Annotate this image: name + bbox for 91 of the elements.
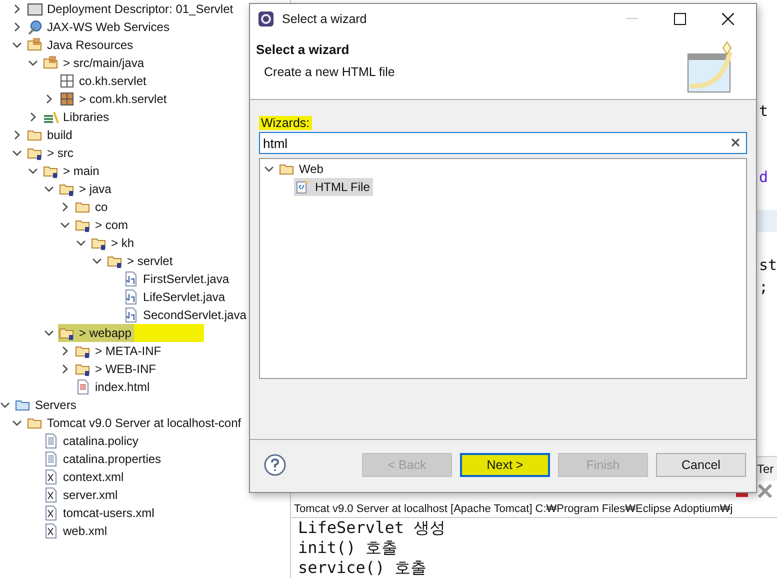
- help-icon[interactable]: [264, 454, 286, 476]
- descriptor-icon: [27, 1, 43, 17]
- java-file-icon: [123, 289, 139, 305]
- chevron-icon[interactable]: [44, 94, 54, 104]
- chevron-icon[interactable]: [12, 22, 22, 32]
- tree-item[interactable]: co.kh.servlet: [58, 72, 150, 90]
- chevron-icon[interactable]: [60, 220, 70, 230]
- xml-file-icon: [43, 487, 59, 503]
- clear-icon[interactable]: [731, 138, 740, 147]
- tree-item[interactable]: > main: [42, 162, 102, 180]
- tree-item[interactable]: > webapp: [58, 324, 134, 342]
- tree-item[interactable]: Tomcat v9.0 Server at localhost-conf: [26, 414, 244, 432]
- xml-file-icon: [43, 469, 59, 485]
- tree-item[interactable]: > kh: [90, 234, 138, 252]
- tree-item[interactable]: > META-INF: [74, 342, 164, 360]
- package-icon: [59, 73, 75, 89]
- page-description: Create a new HTML file: [263, 65, 395, 79]
- chevron-icon[interactable]: [76, 238, 86, 248]
- html-file-icon: [75, 379, 91, 395]
- filter-field[interactable]: html: [259, 132, 747, 154]
- chevron-icon[interactable]: [12, 130, 22, 140]
- console-title: Tomcat v9.0 Server at localhost [Apache Tomcat] C:₩Program Files₩Eclipse Adoptium₩j: [291, 501, 777, 518]
- java-file-icon: [123, 307, 139, 323]
- chevron-icon[interactable]: [264, 164, 274, 174]
- chevron-icon[interactable]: [12, 40, 22, 50]
- close-icon[interactable]: [722, 13, 734, 25]
- chevron-icon[interactable]: [12, 418, 22, 428]
- chevron-icon[interactable]: [28, 112, 38, 122]
- window-title: Select a wizard: [282, 12, 367, 26]
- chevron-icon[interactable]: [92, 256, 102, 266]
- remove-icon[interactable]: [757, 483, 774, 499]
- chevron-icon[interactable]: [28, 166, 38, 176]
- terminal-tab[interactable]: Ter: [757, 462, 774, 476]
- tree-item[interactable]: Java Resources: [26, 36, 136, 54]
- wizards-label: Wizards:: [259, 116, 312, 130]
- chevron-icon[interactable]: [28, 58, 38, 68]
- code-text: ;: [759, 278, 768, 296]
- tree-item[interactable]: > WEB-INF: [74, 360, 160, 378]
- tree-item[interactable]: server.xml: [42, 486, 121, 504]
- tree-item[interactable]: Web: [278, 160, 326, 178]
- tree-item[interactable]: build: [26, 126, 76, 144]
- html-file-icon: [295, 179, 311, 195]
- page-heading: Select a wizard: [256, 42, 350, 57]
- tree-item[interactable]: Deployment Descriptor: 01_Servlet: [26, 0, 236, 18]
- books-icon: [43, 109, 59, 125]
- tree-item[interactable]: web.xml: [42, 522, 110, 540]
- chevron-icon[interactable]: [12, 148, 22, 158]
- tree-item[interactable]: SecondServlet.java: [122, 306, 250, 324]
- tree-item[interactable]: catalina.properties: [42, 450, 164, 468]
- tree-item[interactable]: > java: [58, 180, 114, 198]
- chevron-icon[interactable]: [44, 328, 54, 338]
- tree-item[interactable]: Libraries: [42, 108, 112, 126]
- package-folder-icon: [43, 55, 59, 71]
- tree-item[interactable]: tomcat-users.xml: [42, 504, 158, 522]
- package-icon: [59, 91, 75, 107]
- folder-icon: [27, 37, 43, 53]
- console-line: service() 호출: [297, 558, 428, 578]
- text-file-icon: [43, 451, 59, 467]
- tree-item[interactable]: catalina.policy: [42, 432, 142, 450]
- xml-file-icon: [43, 505, 59, 521]
- chevron-icon[interactable]: [12, 4, 22, 14]
- tree-item[interactable]: co: [74, 198, 111, 216]
- tree-item[interactable]: HTML File: [294, 178, 373, 196]
- chevron-icon[interactable]: [60, 202, 70, 212]
- code-text: st: [759, 256, 777, 274]
- chevron-icon[interactable]: [44, 184, 54, 194]
- tree-item[interactable]: > com: [74, 216, 132, 234]
- java-file-icon: [123, 271, 139, 287]
- tree-item[interactable]: > src: [26, 144, 76, 162]
- console-line: LifeServlet 생성: [297, 518, 447, 538]
- wizard-button[interactable]: Cancel: [656, 453, 746, 477]
- maximize-icon[interactable]: [674, 13, 686, 25]
- tree-item[interactable]: index.html: [74, 378, 153, 396]
- chevron-icon[interactable]: [0, 400, 10, 410]
- tree-item[interactable]: FirstServlet.java: [122, 270, 232, 288]
- text-file-icon: [43, 433, 59, 449]
- xml-file-icon: [43, 523, 59, 539]
- code-text: t: [759, 102, 768, 120]
- code-text: d: [759, 168, 768, 186]
- console-line: init() 호출: [297, 538, 398, 558]
- wizard-button[interactable]: Next >: [460, 453, 550, 477]
- chevron-icon[interactable]: [60, 364, 70, 374]
- tree-item[interactable]: JAX-WS Web Services: [26, 18, 172, 36]
- tree-item[interactable]: > servlet: [106, 252, 176, 270]
- eclipse-icon: [258, 11, 274, 27]
- chevron-icon[interactable]: [60, 346, 70, 356]
- tree-item[interactable]: LifeServlet.java: [122, 288, 228, 306]
- tree-item[interactable]: context.xml: [42, 468, 127, 486]
- tree-item[interactable]: > com.kh.servlet: [58, 90, 170, 108]
- tree-item[interactable]: > src/main/java: [42, 54, 148, 72]
- tree-item[interactable]: Servers: [14, 396, 80, 414]
